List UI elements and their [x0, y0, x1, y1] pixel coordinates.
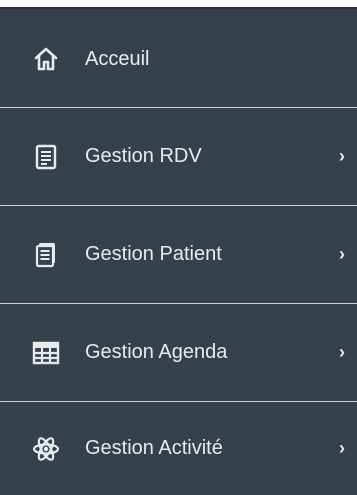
menu-item-label: Gestion Agenda: [85, 341, 228, 363]
sidebar-menu: Acceuil Gestion RDV › Gestion Patient › …: [0, 0, 357, 495]
menu-item-gestion-agenda[interactable]: Gestion Agenda ›: [0, 304, 357, 401]
menu-item-gestion-rdv[interactable]: Gestion RDV ›: [0, 108, 357, 205]
home-icon: [32, 45, 60, 73]
chevron-right-icon: ›: [339, 244, 345, 264]
chevron-right-icon: ›: [339, 438, 345, 458]
menu-item-label: Gestion RDV: [85, 145, 202, 167]
menu-item-label: Acceuil: [85, 47, 150, 70]
menu-item-label: Gestion Activité: [85, 437, 223, 459]
menu-item-label: Gestion Patient: [85, 243, 222, 265]
menu-item-acceuil[interactable]: Acceuil: [0, 11, 357, 107]
document-icon: [32, 143, 60, 171]
chevron-right-icon: ›: [339, 146, 345, 166]
chevron-right-icon: ›: [339, 342, 345, 362]
atom-icon: [32, 435, 60, 463]
documents-icon: [32, 241, 60, 269]
table-grid-icon: [32, 339, 60, 367]
menu-top-edge: [0, 0, 357, 9]
menu-item-gestion-patient[interactable]: Gestion Patient ›: [0, 206, 357, 303]
menu-item-gestion-activite[interactable]: Gestion Activité ›: [0, 402, 357, 495]
